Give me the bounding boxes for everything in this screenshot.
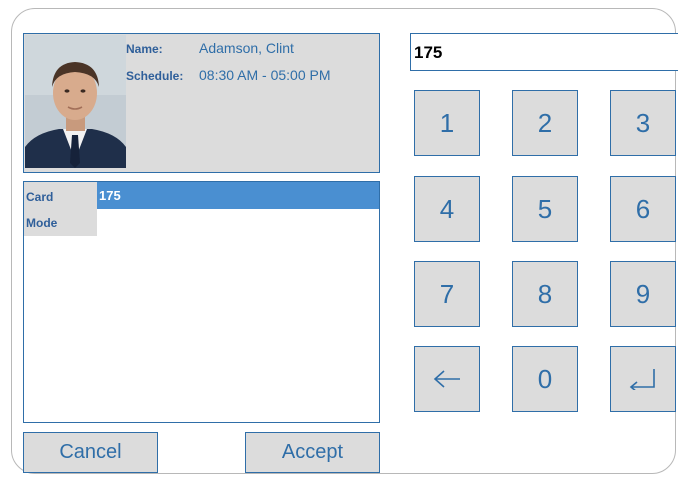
key-3[interactable]: 3 — [610, 90, 676, 156]
key-2-label: 2 — [537, 107, 553, 138]
key-7[interactable]: 7 — [414, 261, 480, 327]
card-label: Card — [26, 190, 54, 204]
schedule-value: 08:30 AM - 05:00 PM — [199, 67, 331, 83]
key-4[interactable]: 4 — [414, 176, 480, 242]
key-5[interactable]: 5 — [512, 176, 578, 242]
key-9[interactable]: 9 — [610, 261, 676, 327]
backspace-key[interactable] — [414, 346, 480, 412]
employee-photo — [25, 35, 126, 168]
key-4-label: 4 — [439, 193, 455, 224]
enter-return-icon — [629, 369, 655, 390]
mode-label: Mode — [26, 216, 58, 230]
keypad-display[interactable]: 175 — [410, 33, 678, 71]
name-value: Adamson, Clint — [199, 40, 294, 56]
key-2[interactable]: 2 — [512, 90, 578, 156]
key-8-label: 8 — [537, 278, 553, 309]
key-0[interactable]: 0 — [512, 346, 578, 412]
employee-info-panel: Name: Adamson, Clint Schedule: 08:30 AM … — [23, 33, 380, 173]
cancel-button[interactable]: Cancel — [23, 432, 158, 473]
key-1-label: 1 — [439, 107, 455, 138]
card-value: 175 — [99, 188, 121, 203]
key-6-label: 6 — [635, 193, 651, 224]
cancel-button-label: Cancel — [59, 441, 122, 463]
key-5-label: 5 — [537, 193, 553, 224]
key-8[interactable]: 8 — [512, 261, 578, 327]
arrow-left-icon — [433, 370, 460, 388]
accept-button[interactable]: Accept — [245, 432, 380, 473]
key-1[interactable]: 1 — [414, 90, 480, 156]
schedule-label: Schedule: — [126, 69, 184, 83]
key-7-label: 7 — [439, 278, 455, 309]
list-label-column: Card Mode — [24, 182, 97, 236]
enter-key[interactable] — [610, 346, 676, 412]
accept-button-label: Accept — [281, 441, 344, 463]
key-0-label: 0 — [537, 363, 553, 394]
name-label: Name: — [126, 42, 163, 56]
keypad-display-value: 175 — [414, 43, 443, 62]
key-9-label: 9 — [635, 278, 651, 309]
key-3-label: 3 — [635, 107, 651, 138]
card-value-row[interactable]: 175 — [97, 182, 379, 209]
key-6[interactable]: 6 — [610, 176, 676, 242]
entry-list-panel: Card Mode 175 — [23, 181, 380, 423]
